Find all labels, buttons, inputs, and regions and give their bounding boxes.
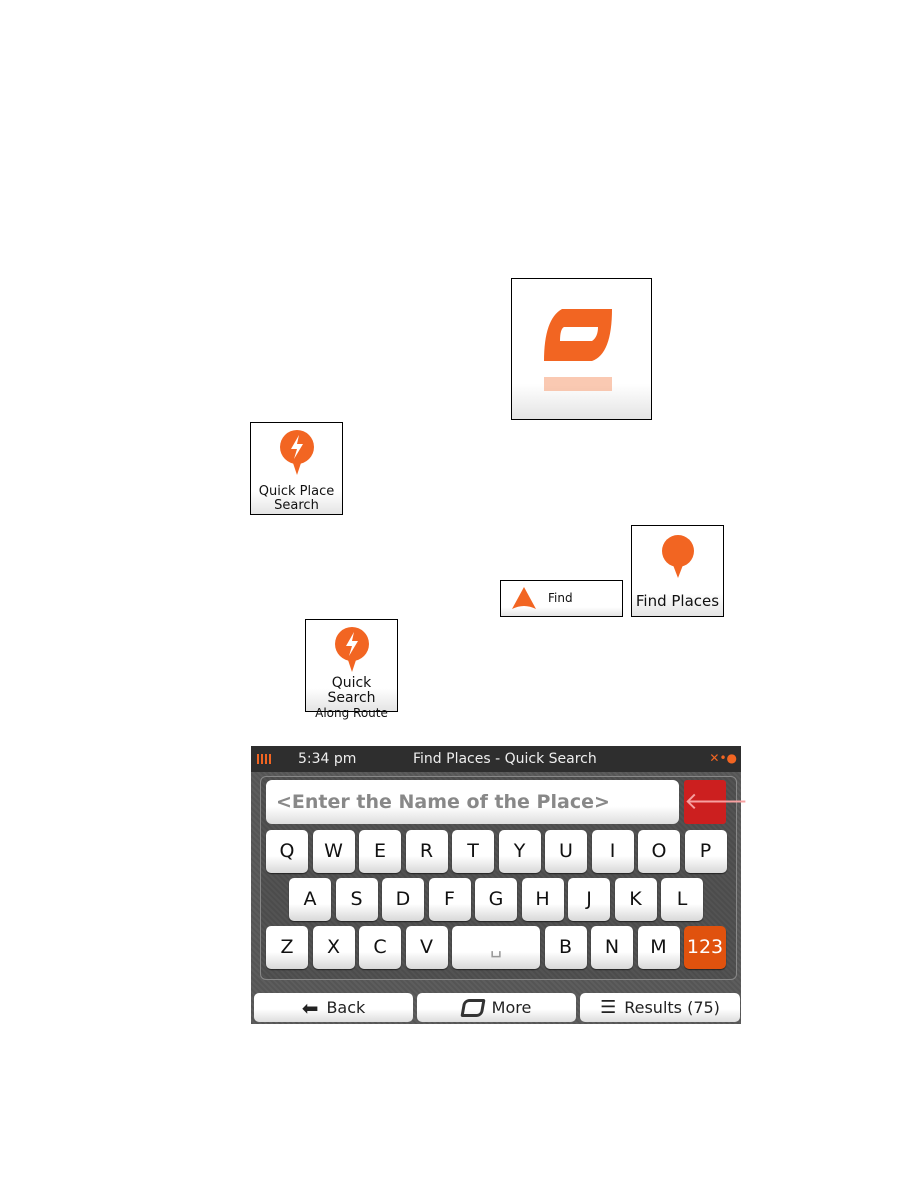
key-t[interactable]: T: [452, 830, 494, 873]
lightning-pin-icon: [279, 430, 314, 475]
find-places-icon-box: Find Places: [631, 525, 724, 617]
key-h[interactable]: H: [521, 878, 564, 921]
results-label: Results (75): [624, 998, 720, 1017]
key-a[interactable]: A: [289, 878, 331, 921]
more-icon: [544, 309, 612, 391]
key-q[interactable]: Q: [266, 830, 308, 873]
key-o[interactable]: O: [638, 830, 680, 873]
more-button[interactable]: More: [417, 993, 576, 1022]
key-j[interactable]: J: [568, 878, 610, 921]
more-icon-large: [511, 278, 652, 420]
key-u[interactable]: U: [545, 830, 587, 873]
place-pin-icon: [661, 535, 694, 578]
battery-icon: [257, 754, 273, 764]
results-button[interactable]: ☰ Results (75): [580, 993, 740, 1022]
key-d[interactable]: D: [382, 878, 424, 921]
key-p[interactable]: P: [684, 830, 727, 873]
more-icon: [460, 998, 486, 1017]
key-n[interactable]: N: [591, 926, 633, 969]
status-bar: 5:34 pm Find Places - Quick Search ✕•●: [251, 746, 741, 772]
find-arrow-icon: [512, 587, 536, 609]
lightning-pin-icon: [334, 627, 369, 672]
key-v[interactable]: V: [405, 926, 448, 969]
space-key[interactable]: ␣: [452, 926, 540, 969]
label: Quick Place: [258, 484, 335, 499]
key-b[interactable]: B: [544, 926, 587, 969]
find-button: Find: [500, 580, 623, 617]
key-k[interactable]: K: [614, 878, 657, 921]
search-input[interactable]: <Enter the Name of the Place>: [266, 780, 679, 824]
numeric-key[interactable]: 123: [684, 926, 726, 969]
key-f[interactable]: F: [428, 878, 471, 921]
label: Search: [274, 498, 319, 513]
label: Along Route: [315, 706, 388, 720]
list-icon: ☰: [600, 997, 617, 1018]
key-l[interactable]: L: [661, 878, 703, 921]
key-z[interactable]: Z: [266, 926, 308, 969]
gps-signal-icon: ✕•●: [709, 751, 737, 765]
key-c[interactable]: C: [359, 926, 401, 969]
back-label: Back: [326, 998, 366, 1017]
key-m[interactable]: M: [637, 926, 680, 969]
device-screenshot: 5:34 pm Find Places - Quick Search ✕•● <…: [251, 746, 748, 1024]
key-e[interactable]: E: [359, 830, 401, 873]
back-button[interactable]: ⬅ Back: [254, 993, 413, 1022]
key-s[interactable]: S: [335, 878, 378, 921]
key-y[interactable]: Y: [498, 830, 541, 873]
key-r[interactable]: R: [405, 830, 448, 873]
delete-button[interactable]: 🡐: [684, 780, 748, 824]
key-g[interactable]: G: [475, 878, 517, 921]
key-w[interactable]: W: [312, 830, 355, 873]
back-arrow-icon: ⬅: [301, 995, 319, 1020]
label: Quick Search: [327, 675, 376, 706]
quick-search-along-route-icon-box: Quick Search Along Route: [305, 619, 398, 720]
screen-title: Find Places - Quick Search: [413, 751, 597, 767]
label: Find Places: [635, 592, 720, 610]
clock: 5:34 pm: [298, 751, 357, 767]
quick-place-search-icon-box: Quick Place Search: [250, 422, 343, 515]
more-label: More: [491, 998, 532, 1017]
key-x[interactable]: X: [312, 926, 355, 969]
find-label: Find: [548, 591, 573, 605]
key-i[interactable]: I: [591, 830, 634, 873]
